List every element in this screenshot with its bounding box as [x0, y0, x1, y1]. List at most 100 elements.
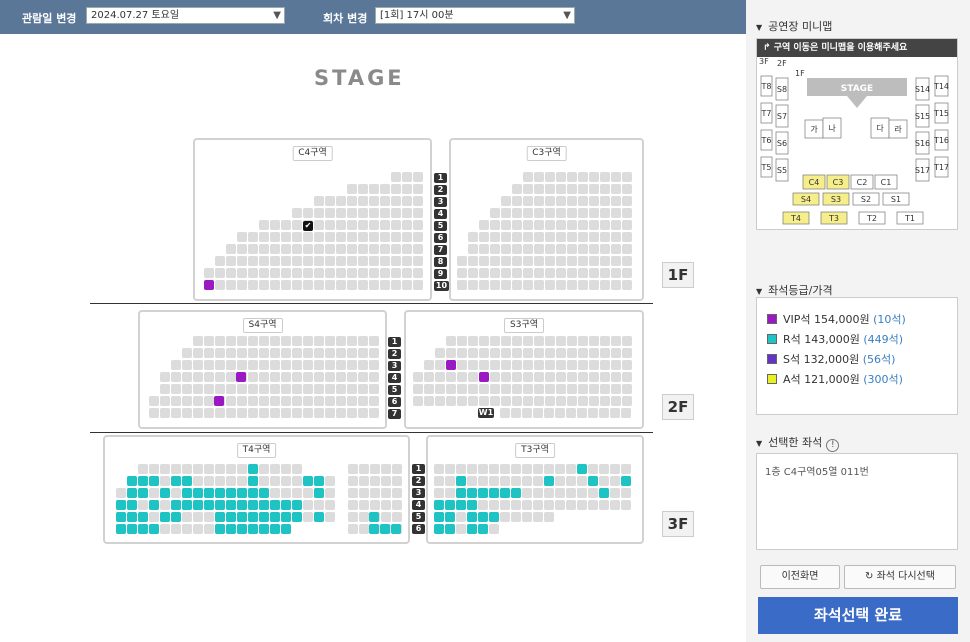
seat-vip[interactable]	[204, 280, 214, 290]
seat[interactable]	[160, 476, 170, 486]
seat[interactable]	[259, 336, 269, 346]
seat[interactable]	[160, 408, 170, 418]
seat[interactable]	[534, 256, 544, 266]
seat[interactable]	[336, 208, 346, 218]
seat[interactable]	[248, 232, 258, 242]
seat-r[interactable]	[204, 500, 214, 510]
seat[interactable]	[237, 384, 247, 394]
seat[interactable]	[281, 244, 291, 254]
seat[interactable]	[303, 280, 313, 290]
seat[interactable]	[512, 208, 522, 218]
seat[interactable]	[457, 360, 467, 370]
seat[interactable]	[545, 360, 555, 370]
seat[interactable]	[567, 172, 577, 182]
seat-r[interactable]	[138, 512, 148, 522]
seat[interactable]	[182, 408, 192, 418]
seat[interactable]	[501, 360, 511, 370]
seat[interactable]	[182, 372, 192, 382]
seat-r[interactable]	[621, 476, 631, 486]
seat-r[interactable]	[281, 512, 291, 522]
seat[interactable]	[413, 172, 423, 182]
seat-r[interactable]	[226, 512, 236, 522]
seat[interactable]	[512, 268, 522, 278]
seat[interactable]	[511, 408, 521, 418]
seat[interactable]	[259, 256, 269, 266]
seat[interactable]	[600, 196, 610, 206]
seat[interactable]	[347, 268, 357, 278]
seat[interactable]	[556, 280, 566, 290]
seat[interactable]	[380, 268, 390, 278]
seat[interactable]	[523, 372, 533, 382]
seat[interactable]	[193, 476, 203, 486]
seat-r[interactable]	[259, 524, 269, 534]
seat[interactable]	[578, 396, 588, 406]
seat[interactable]	[512, 360, 522, 370]
seat[interactable]	[533, 488, 543, 498]
seat[interactable]	[358, 336, 368, 346]
seat[interactable]	[370, 500, 380, 510]
seat[interactable]	[358, 268, 368, 278]
seat[interactable]	[479, 268, 489, 278]
seat-r[interactable]	[391, 524, 401, 534]
seat[interactable]	[270, 396, 280, 406]
seat[interactable]	[303, 268, 313, 278]
seat[interactable]	[314, 196, 324, 206]
seat[interactable]	[556, 360, 566, 370]
seat[interactable]	[555, 488, 565, 498]
seat[interactable]	[182, 384, 192, 394]
seat[interactable]	[281, 476, 291, 486]
seat[interactable]	[215, 408, 225, 418]
seat[interactable]	[512, 244, 522, 254]
seat[interactable]	[248, 280, 258, 290]
seat[interactable]	[501, 396, 511, 406]
seat[interactable]	[489, 524, 499, 534]
seat[interactable]	[622, 372, 632, 382]
minimap-drawing[interactable]: 3F 2F 1F STAGE 가 나 다 라 T8 T7 T6 T5 S8 S7 S6 S5 S14 S…	[757, 58, 957, 230]
seat[interactable]	[577, 476, 587, 486]
seat[interactable]	[259, 348, 269, 358]
seat[interactable]	[533, 500, 543, 510]
seat[interactable]	[314, 336, 324, 346]
seat[interactable]	[622, 184, 632, 194]
seat[interactable]	[611, 172, 621, 182]
seat[interactable]	[578, 184, 588, 194]
seat[interactable]	[434, 464, 444, 474]
seat[interactable]	[545, 172, 555, 182]
seat[interactable]	[413, 232, 423, 242]
seat[interactable]	[556, 208, 566, 218]
seat[interactable]	[226, 396, 236, 406]
seat[interactable]	[534, 348, 544, 358]
seat[interactable]	[303, 232, 313, 242]
seat[interactable]	[413, 256, 423, 266]
seat[interactable]	[545, 184, 555, 194]
seat[interactable]	[391, 184, 401, 194]
seat[interactable]	[490, 220, 500, 230]
seat[interactable]	[446, 348, 456, 358]
seat[interactable]	[259, 384, 269, 394]
seat[interactable]	[555, 408, 565, 418]
seat[interactable]	[457, 396, 467, 406]
seat[interactable]	[259, 476, 269, 486]
seat[interactable]	[512, 184, 522, 194]
seat[interactable]	[522, 408, 532, 418]
seat[interactable]	[336, 360, 346, 370]
seat[interactable]	[567, 384, 577, 394]
seat-r[interactable]	[127, 524, 137, 534]
seat[interactable]	[424, 384, 434, 394]
seat[interactable]	[270, 464, 280, 474]
seat[interactable]	[457, 268, 467, 278]
seat[interactable]	[490, 232, 500, 242]
seat[interactable]	[292, 396, 302, 406]
seat[interactable]	[523, 348, 533, 358]
seat[interactable]	[545, 384, 555, 394]
seat[interactable]	[545, 268, 555, 278]
seat[interactable]	[567, 256, 577, 266]
seat[interactable]	[193, 524, 203, 534]
seat[interactable]	[270, 256, 280, 266]
seat[interactable]	[325, 268, 335, 278]
seat[interactable]	[259, 408, 269, 418]
seat[interactable]	[566, 500, 576, 510]
seat[interactable]	[270, 488, 280, 498]
seat[interactable]	[171, 488, 181, 498]
seat[interactable]	[380, 196, 390, 206]
